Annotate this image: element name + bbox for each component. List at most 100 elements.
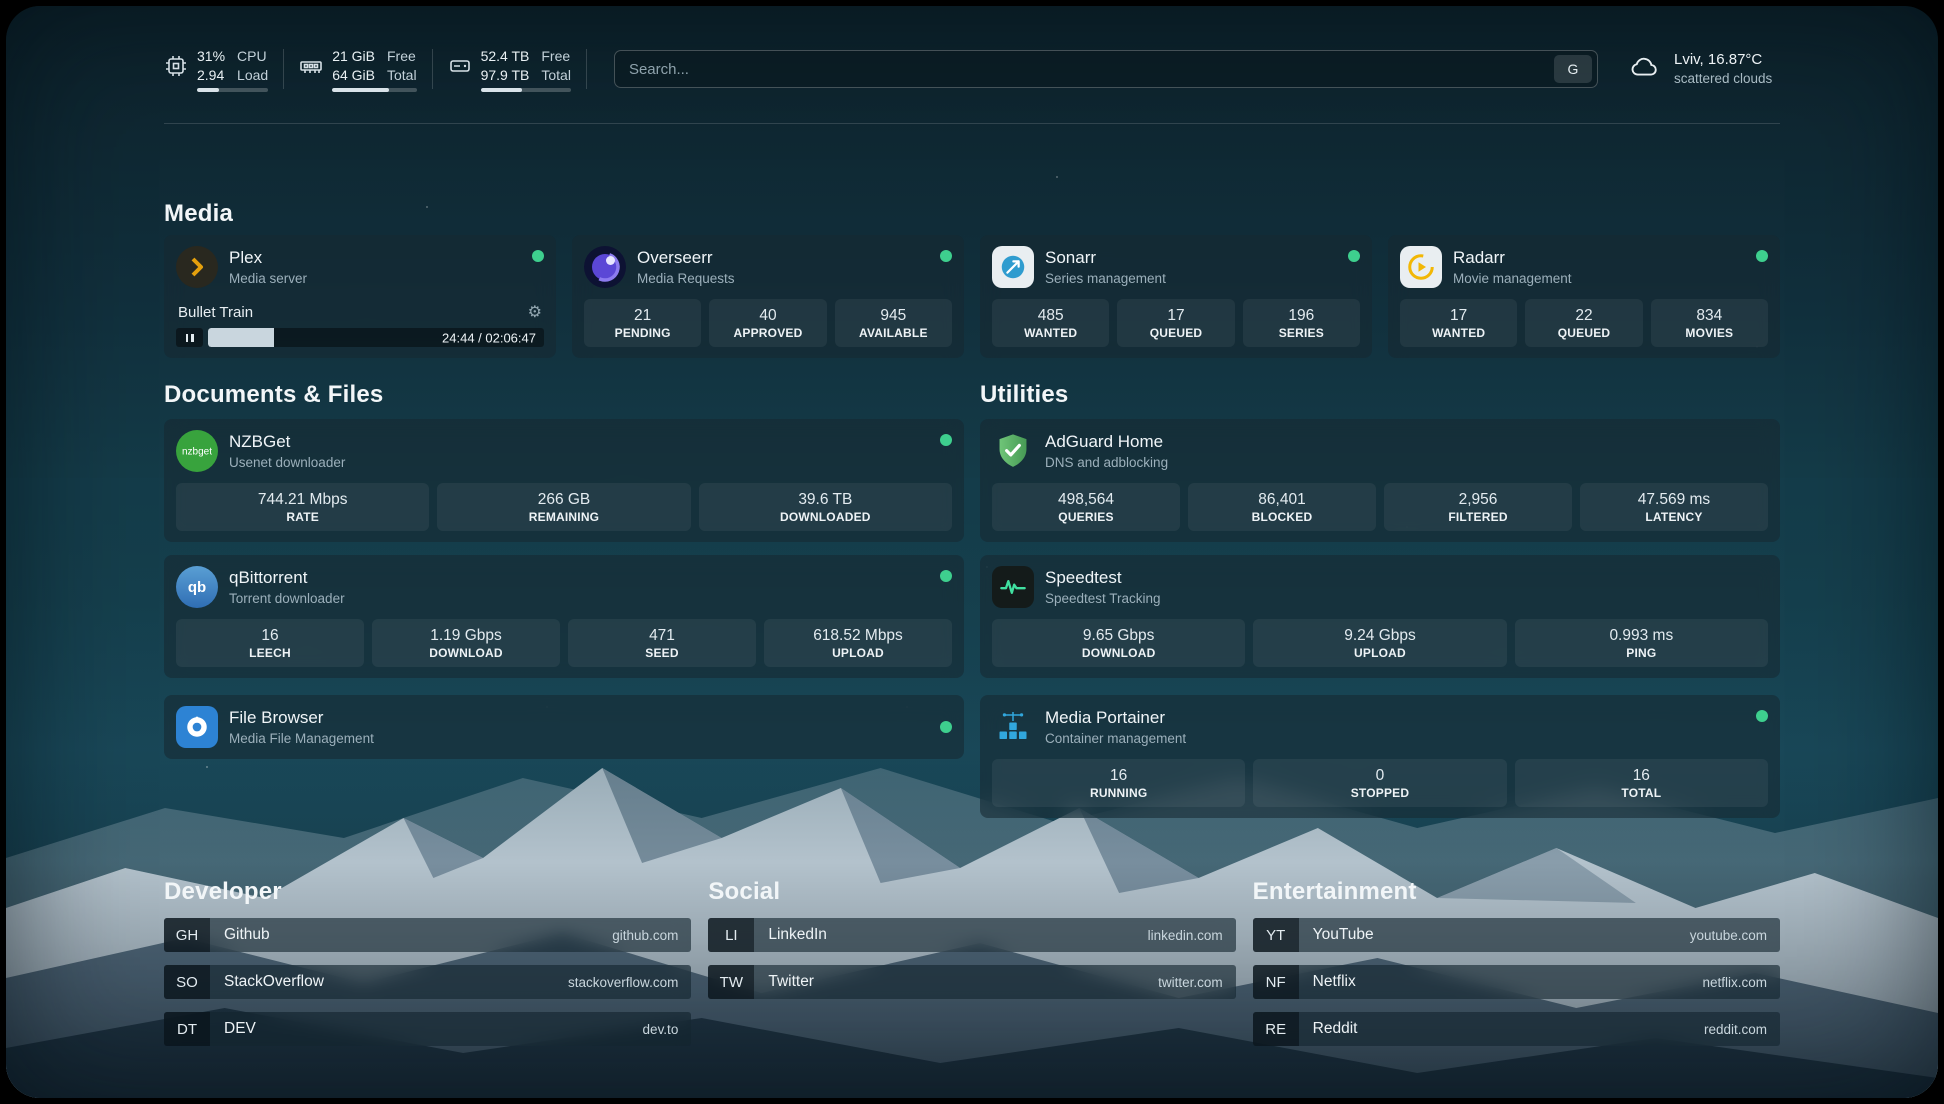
stat-value: 9.24 Gbps <box>1255 626 1504 645</box>
bookmark-twitter[interactable]: TW Twitter twitter.com <box>708 965 1235 999</box>
service-name[interactable]: NZBGet <box>229 431 929 452</box>
bookmark-name[interactable]: Reddit <box>1313 1020 1358 1038</box>
search-provider-button[interactable]: G <box>1554 55 1592 83</box>
bookmark-name[interactable]: StackOverflow <box>224 973 324 991</box>
sonarr-icon <box>992 246 1034 288</box>
stat-value: 266 GB <box>439 490 688 509</box>
weather-location: Lviv, 16.87°C <box>1674 50 1772 70</box>
service-name[interactable]: File Browser <box>229 707 929 728</box>
disk-label-bottom: Total <box>541 66 571 85</box>
stat-value: 1.19 Gbps <box>374 626 558 645</box>
search-input[interactable] <box>629 61 1554 78</box>
stat-available: 945 AVAILABLE <box>835 299 952 347</box>
status-dot <box>1756 250 1768 262</box>
playback-row: 24:44 / 02:06:47 <box>176 328 544 347</box>
bookmark-youtube[interactable]: YT YouTube youtube.com <box>1253 918 1780 952</box>
stat-download: 1.19 Gbps DOWNLOAD <box>372 619 560 667</box>
snow-particles <box>6 6 8 8</box>
bookmark-linkedin[interactable]: LI LinkedIn linkedin.com <box>708 918 1235 952</box>
status-dot <box>940 250 952 262</box>
stat-wanted: 17 WANTED <box>1400 299 1517 347</box>
stat-label: UPLOAD <box>1255 646 1504 660</box>
memory-widget: 21 GiB 64 GiB Free Total <box>299 47 416 92</box>
service-name[interactable]: Sonarr <box>1045 247 1337 268</box>
stats-row: 16 LEECH 1.19 Gbps DOWNLOAD 471 SEED 6 <box>176 619 952 667</box>
bookmark-name[interactable]: Github <box>224 926 270 944</box>
stat-value: 0 <box>1255 766 1504 785</box>
service-name[interactable]: qBittorrent <box>229 567 929 588</box>
media-card-row: Plex Media server Bullet Train ⚙ 24:44 /… <box>164 235 1780 358</box>
stat-queued: 22 QUEUED <box>1525 299 1642 347</box>
bookmark-reddit[interactable]: RE Reddit reddit.com <box>1253 1012 1780 1046</box>
dashboard-screen: 31% 2.94 CPU Load <box>6 6 1938 1098</box>
stat-label: SERIES <box>1245 326 1358 340</box>
header-separator <box>164 123 1780 124</box>
bookmark-name[interactable]: LinkedIn <box>768 926 827 944</box>
bookmark-name[interactable]: YouTube <box>1313 926 1374 944</box>
stat-label: QUEUED <box>1119 326 1232 340</box>
stat-value: 744.21 Mbps <box>178 490 427 509</box>
bookmark-name[interactable]: Twitter <box>768 973 814 991</box>
stat-value: 2,956 <box>1386 490 1570 509</box>
stat-value: 471 <box>570 626 754 645</box>
stats-row: 16 RUNNING 0 STOPPED 16 TOTAL <box>992 759 1768 807</box>
stat-value: 196 <box>1245 306 1358 325</box>
service-card-filebrowser[interactable]: File Browser Media File Management <box>164 695 964 759</box>
stats-row: 498,564 QUERIES 86,401 BLOCKED 2,956 FIL… <box>992 483 1768 531</box>
service-name[interactable]: Speedtest <box>1045 567 1768 588</box>
stat-label: MOVIES <box>1653 326 1766 340</box>
bookmark-dev[interactable]: DT DEV dev.to <box>164 1012 691 1046</box>
stat-value: 16 <box>1517 766 1766 785</box>
status-dot <box>532 250 544 262</box>
stat-queries: 498,564 QUERIES <box>992 483 1180 531</box>
stat-label: DOWNLOAD <box>994 646 1243 660</box>
radarr-icon <box>1400 246 1442 288</box>
service-card-qbittorrent[interactable]: qb qBittorrent Torrent downloader 16 LEE… <box>164 555 964 678</box>
service-card-overseerr[interactable]: Overseerr Media Requests 21 PENDING 40 A… <box>572 235 964 358</box>
service-description: Torrent downloader <box>229 590 929 607</box>
service-description: Usenet downloader <box>229 454 929 471</box>
bookmark-netflix[interactable]: NF Netflix netflix.com <box>1253 965 1780 999</box>
memory-icon <box>299 54 323 78</box>
gear-icon[interactable]: ⚙ <box>528 305 542 321</box>
stat-label: QUEUED <box>1527 326 1640 340</box>
service-card-plex[interactable]: Plex Media server Bullet Train ⚙ 24:44 /… <box>164 235 556 358</box>
bookmark-name[interactable]: DEV <box>224 1020 256 1038</box>
stat-label: LATENCY <box>1582 510 1766 524</box>
service-name[interactable]: Plex <box>229 247 521 268</box>
bookmark-abbr: NF <box>1253 965 1299 999</box>
stat-label: FILTERED <box>1386 510 1570 524</box>
service-description: Movie management <box>1453 270 1745 287</box>
bookmark-url: linkedin.com <box>1148 928 1223 943</box>
service-card-nzbget[interactable]: nzbget NZBGet Usenet downloader 744.21 M… <box>164 419 964 542</box>
service-name[interactable]: Radarr <box>1453 247 1745 268</box>
service-description: Series management <box>1045 270 1337 287</box>
service-card-portainer[interactable]: Media Portainer Container management 16 … <box>980 695 1780 818</box>
service-card-adguard[interactable]: AdGuard Home DNS and adblocking 498,564 … <box>980 419 1780 542</box>
qbittorrent-icon: qb <box>176 566 218 608</box>
section-title-media: Media <box>164 200 1780 228</box>
stat-value: 40 <box>711 306 824 325</box>
service-name[interactable]: AdGuard Home <box>1045 431 1768 452</box>
bookmark-stackoverflow[interactable]: SO StackOverflow stackoverflow.com <box>164 965 691 999</box>
card-header: File Browser Media File Management <box>176 706 952 748</box>
cpu-widget: 31% 2.94 CPU Load <box>164 47 268 92</box>
card-header: qb qBittorrent Torrent downloader <box>176 566 952 608</box>
stat-total: 16 TOTAL <box>1515 759 1768 807</box>
stat-label: SEED <box>570 646 754 660</box>
stat-label: DOWNLOAD <box>374 646 558 660</box>
memory-free: 21 GiB <box>332 47 375 66</box>
service-name[interactable]: Overseerr <box>637 247 929 268</box>
bookmark-name[interactable]: Netflix <box>1313 973 1356 991</box>
stat-label: STOPPED <box>1255 786 1504 800</box>
memory-bar-track <box>332 88 416 92</box>
stat-value: 86,401 <box>1190 490 1374 509</box>
bookmark-github[interactable]: GH Github github.com <box>164 918 691 952</box>
service-description: DNS and adblocking <box>1045 454 1768 471</box>
service-card-radarr[interactable]: Radarr Movie management 17 WANTED 22 QUE… <box>1388 235 1780 358</box>
stat-download: 9.65 Gbps DOWNLOAD <box>992 619 1245 667</box>
bookmark-abbr: SO <box>164 965 210 999</box>
service-name[interactable]: Media Portainer <box>1045 707 1745 728</box>
service-card-speedtest[interactable]: Speedtest Speedtest Tracking 9.65 Gbps D… <box>980 555 1780 678</box>
service-card-sonarr[interactable]: Sonarr Series management 485 WANTED 17 Q… <box>980 235 1372 358</box>
